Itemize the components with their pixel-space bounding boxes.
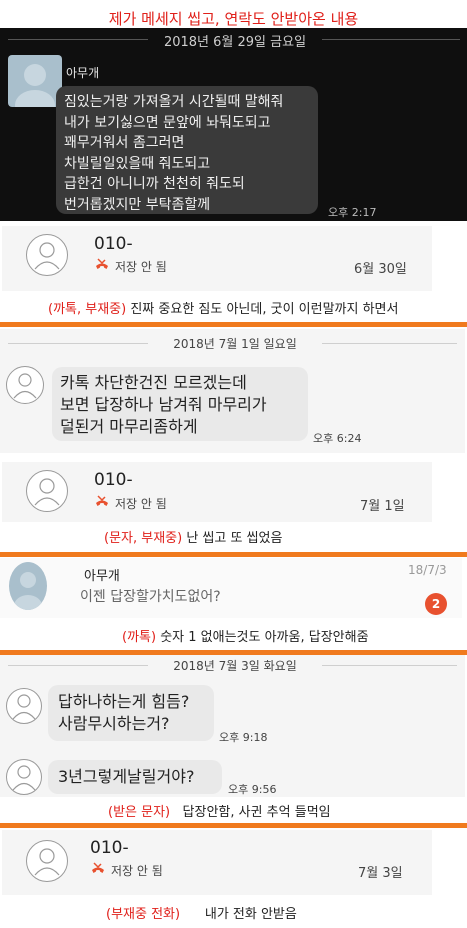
section-divider bbox=[0, 823, 467, 828]
message-line: 보면 답장하나 남겨줘 마무리가 bbox=[60, 395, 267, 414]
message-line: 급한건 아니니까 천천히 줘도되 bbox=[64, 176, 245, 192]
person-outline-icon bbox=[34, 478, 60, 506]
phone-number: 010- bbox=[94, 470, 133, 490]
call-log-entry[interactable]: 010- 저장 안 됨 7월 1일 bbox=[2, 462, 432, 522]
message-line: 덜된거 마무리좀하게 bbox=[60, 417, 198, 436]
caption-tag: (까톡) bbox=[122, 630, 157, 645]
person-outline-icon bbox=[13, 373, 37, 399]
caption-text: 내가 전화 안받음 bbox=[180, 907, 297, 922]
phone-number: 010- bbox=[94, 234, 133, 254]
missed-call-icon bbox=[90, 861, 106, 877]
message-bubble[interactable]: 카톡 차단한건진 모르겠는데 보면 답장하나 남겨줘 마무리가 덜된거 마무리좀… bbox=[52, 367, 308, 441]
caption: (까톡) 숫자 1 없애는것도 아까움, 답장안해줌 bbox=[122, 626, 369, 645]
call-status: 저장 안 됨 bbox=[115, 260, 167, 274]
message-time: 오후 9:18 bbox=[219, 731, 268, 744]
person-outline-icon bbox=[12, 765, 36, 791]
person-outline-icon bbox=[12, 694, 36, 720]
chat-list-item[interactable]: 아무개 이젠 답장할가치도없어? 18/7/3 2 bbox=[0, 558, 462, 618]
call-date: 7월 3일 bbox=[358, 866, 403, 881]
caption: (까톡, 부재중) 진짜 중요한 짐도 아닌데, 굿이 이런말까지 하면서 bbox=[48, 298, 398, 317]
person-icon bbox=[15, 64, 55, 107]
caption-text: 숫자 1 없애는것도 아까움, 답장안해줌 bbox=[156, 630, 369, 645]
message-line: 차빌릴일있을때 줘도되고 bbox=[64, 155, 211, 172]
caption-text: 진짜 중요한 짐도 아닌데, 굿이 이런말까지 하면서 bbox=[126, 302, 399, 317]
message-line: 내가 보기싫으면 문앞에 놔둬도되고 bbox=[64, 114, 271, 131]
message-bubble[interactable]: 답하나하는게 힘듬? 사람무시하는거? bbox=[48, 685, 214, 741]
caption-tag: (까톡, 부재중) bbox=[48, 302, 127, 317]
message-bubble[interactable]: 3년그렇게날릴거야? bbox=[48, 760, 222, 794]
missed-call-icon bbox=[94, 494, 110, 510]
caption-text: 답장안함, 사귄 추억 들먹임 bbox=[170, 805, 331, 820]
date-divider-left bbox=[8, 343, 148, 344]
caption-tag: (문자, 부재중) bbox=[104, 531, 183, 546]
caption-tag: (받은 문자) bbox=[108, 805, 171, 820]
avatar bbox=[26, 234, 68, 276]
message-line: 꽤무거워서 좀그러면 bbox=[64, 135, 185, 151]
date-divider-right bbox=[322, 665, 457, 666]
chat-panel: 2018년 7월 1일 일요일 카톡 차단한건진 모르겠는데 보면 답장하나 남… bbox=[0, 329, 465, 453]
section-divider bbox=[0, 552, 467, 557]
unread-badge: 2 bbox=[425, 593, 447, 615]
missed-call-icon bbox=[94, 257, 110, 273]
message-line: 답하나하는게 힘듬? bbox=[58, 692, 190, 711]
chat-panel: 2018년 7월 3일 화요일 답하나하는게 힘듬? 사람무시하는거? 오후 9… bbox=[0, 655, 465, 797]
page-title: 제가 메세지 씹고, 연락도 안받아온 내용 bbox=[108, 10, 359, 28]
avatar bbox=[26, 840, 68, 882]
date-separator: 2018년 6월 29일 금요일 bbox=[163, 35, 307, 50]
call-log-entry[interactable]: 010- 저장 안 됨 7월 3일 bbox=[2, 830, 432, 895]
date-divider-right bbox=[322, 39, 460, 40]
message-time: 오후 9:56 bbox=[228, 783, 277, 796]
avatar[interactable] bbox=[8, 55, 62, 107]
call-date: 7월 1일 bbox=[360, 499, 405, 514]
avatar[interactable] bbox=[6, 366, 44, 404]
date-separator: 2018년 7월 1일 일요일 bbox=[173, 337, 297, 351]
avatar bbox=[26, 470, 68, 512]
person-outline-icon bbox=[34, 242, 60, 270]
message-line: 카톡 차단한건진 모르겠는데 bbox=[60, 373, 247, 392]
message-bubble[interactable]: 짐있는거랑 가져올거 시간될때 말해줘 내가 보기싫으면 문앞에 놔둬도되고 꽤… bbox=[56, 86, 318, 214]
date-divider-left bbox=[8, 39, 148, 40]
sender-name: 아무개 bbox=[84, 569, 120, 584]
date-separator: 2018년 7월 3일 화요일 bbox=[173, 659, 297, 673]
sender-name: 아무개 bbox=[66, 66, 100, 80]
avatar[interactable] bbox=[6, 759, 42, 795]
message-line: 3년그렇게날릴거야? bbox=[58, 767, 195, 786]
dark-chat-panel: 2018년 6월 29일 금요일 아무개 짐있는거랑 가져올거 시간될때 말해줘… bbox=[0, 28, 467, 221]
date-divider-right bbox=[322, 343, 457, 344]
message-date: 18/7/3 bbox=[408, 563, 447, 577]
caption: (문자, 부재중) 난 씹고 또 씹었음 bbox=[104, 527, 282, 546]
message-time: 오후 2:17 bbox=[328, 206, 377, 219]
message-line: 번거롭겠지만 부탁좀할께 bbox=[64, 196, 211, 213]
message-line: 짐있는거랑 가져올거 시간될때 말해줘 bbox=[64, 94, 284, 110]
section-divider bbox=[0, 322, 467, 327]
caption-tag: (부재중 전화) bbox=[106, 907, 181, 922]
person-icon bbox=[14, 572, 42, 610]
call-status: 저장 안 됨 bbox=[115, 497, 167, 511]
avatar[interactable] bbox=[6, 688, 42, 724]
message-time: 오후 6:24 bbox=[313, 432, 362, 445]
message-preview: 이젠 답장할가치도없어? bbox=[80, 589, 221, 605]
person-outline-icon bbox=[34, 848, 60, 876]
call-date: 6월 30일 bbox=[354, 262, 407, 277]
call-status: 저장 안 됨 bbox=[111, 864, 163, 878]
date-divider-left bbox=[8, 665, 148, 666]
avatar bbox=[9, 562, 47, 610]
caption: (받은 문자) 답장안함, 사귄 추억 들먹임 bbox=[108, 801, 331, 820]
caption: (부재중 전화) 내가 전화 안받음 bbox=[106, 903, 297, 922]
call-log-entry[interactable]: 010- 저장 안 됨 6월 30일 bbox=[2, 226, 432, 291]
phone-number: 010- bbox=[90, 838, 129, 858]
message-line: 사람무시하는거? bbox=[58, 714, 170, 733]
caption-text: 난 씹고 또 씹었음 bbox=[182, 531, 283, 546]
